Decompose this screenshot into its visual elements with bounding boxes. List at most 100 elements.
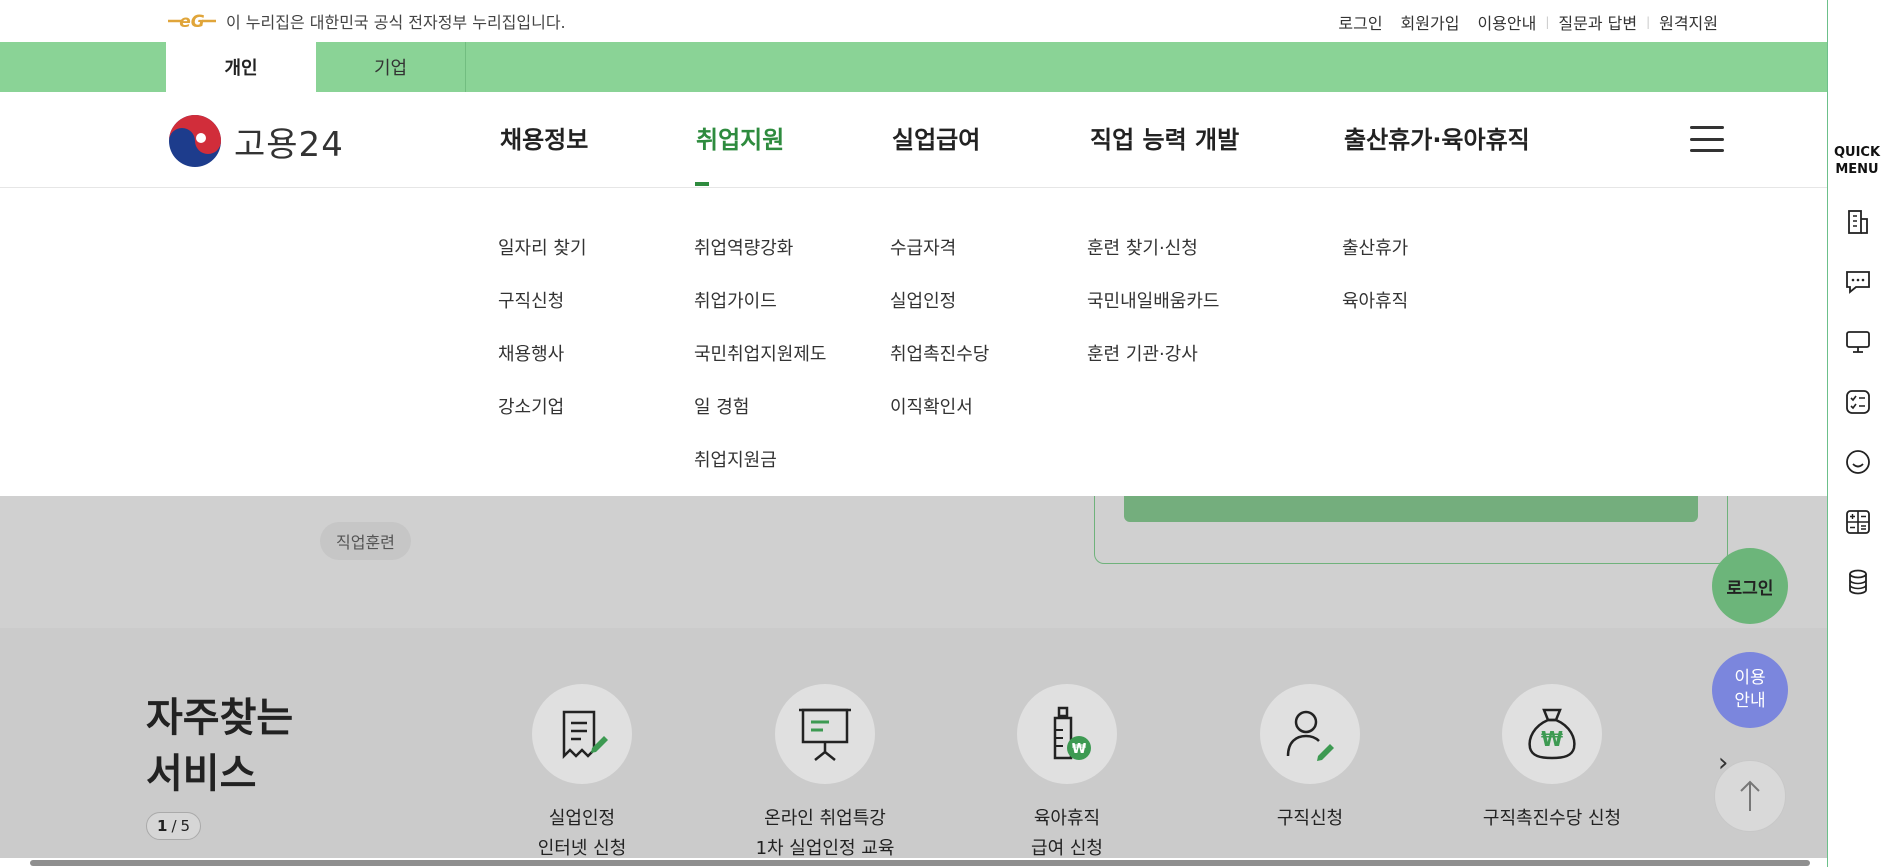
menu-vocational-training[interactable]: 직업 능력 개발 (1090, 120, 1239, 155)
dropdown-item[interactable]: 구직신청 (498, 275, 587, 328)
service-item-unemployment-recognition[interactable]: 실업인정 인터넷 신청 (482, 684, 682, 864)
services-title-line2: 서비스 (146, 751, 257, 797)
service-icon-circle (532, 684, 632, 784)
guide-label-line1: 이용 (1734, 668, 1766, 688)
services-title-line1: 자주찾는 (146, 695, 294, 741)
service-label: 육아휴직 급여 신청 (1031, 808, 1103, 859)
service-item-online-lecture[interactable]: 온라인 취업특강 1차 실업인정 교육 (725, 684, 925, 864)
utility-links: 로그인 회원가입 이용안내 | 질문과 답변 | 원격지원 (1329, 10, 1727, 34)
checklist-icon[interactable] (1844, 388, 1872, 416)
dropdown-item[interactable]: 일 경험 (694, 381, 826, 434)
user-type-tabs: 개인 기업 (0, 42, 1827, 92)
mega-dropdown: 일자리 찾기 구직신청 채용행사 강소기업 취업역량강화 취업가이드 국민취업지… (0, 188, 1827, 496)
svg-text:₩: ₩ (1541, 727, 1563, 751)
dropdown-item[interactable]: 취업촉진수당 (890, 328, 989, 381)
money-bag-icon: ₩ (1528, 708, 1576, 760)
dropdown-item[interactable]: 출산휴가 (1342, 222, 1408, 275)
pager-total: 5 (180, 817, 191, 835)
dropdown-item[interactable]: 실업인정 (890, 275, 989, 328)
egov-logo-text: eG (179, 12, 205, 32)
services-pager: 1 / 5 (146, 812, 202, 840)
building-icon[interactable] (1844, 208, 1872, 236)
arrow-up-icon (1740, 780, 1760, 811)
menu-maternity-parental-leave[interactable]: 출산휴가·육아휴직 (1344, 120, 1530, 155)
tab-personal[interactable]: 개인 (166, 42, 316, 92)
dropdown-item[interactable]: 훈련 찾기·신청 (1087, 222, 1219, 275)
guide-label-line2: 안내 (1734, 691, 1766, 711)
services-title: 자주찾는 서비스 (146, 690, 293, 802)
svg-text:₩: ₩ (1072, 742, 1087, 757)
service-label: 실업인정 인터넷 신청 (537, 808, 627, 859)
service-item-job-application[interactable]: 구직신청 (1210, 684, 1410, 834)
baby-bottle-won-icon: ₩ (1053, 706, 1091, 760)
service-label: 온라인 취업특강 1차 실업인정 교육 (755, 808, 895, 859)
service-label: 구직촉진수당 신청 (1482, 808, 1622, 829)
login-link[interactable]: 로그인 (1329, 10, 1391, 34)
dropdown-col-job-info: 일자리 찾기 구직신청 채용행사 강소기업 (498, 222, 587, 434)
service-icon-circle (1260, 684, 1360, 784)
dropdown-item[interactable]: 이직확인서 (890, 381, 989, 434)
egov-logo-icon: eG (168, 12, 216, 32)
floating-login-button[interactable]: 로그인 (1712, 548, 1788, 624)
gov-notice-text: 이 누리집은 대한민국 공식 전자정부 누리집입니다. (226, 13, 566, 32)
service-item-parental-leave-benefit[interactable]: ₩ 육아휴직 급여 신청 (967, 684, 1167, 864)
receipt-pen-icon (562, 710, 608, 760)
dropdown-item[interactable]: 취업지원금 (694, 434, 826, 487)
floating-guide-button[interactable]: 이용 안내 (1712, 652, 1788, 728)
service-icon-circle: ₩ (1017, 684, 1117, 784)
gov-banner-bar: eG 이 누리집은 대한민국 공식 전자정부 누리집입니다. 로그인 회원가입 … (0, 0, 1827, 42)
active-menu-indicator (695, 182, 709, 186)
horizontal-scrollbar[interactable] (0, 858, 1827, 867)
dropdown-col-unemployment-benefit: 수급자격 실업인정 취업촉진수당 이직확인서 (890, 222, 989, 434)
taegeuk-logo-icon (169, 115, 221, 167)
quick-menu-title: QUICK MENU (1828, 144, 1886, 178)
quick-menu-title-line1: QUICK (1833, 145, 1881, 160)
main-header: 고용24 채용정보 취업지원 실업급여 직업 능력 개발 출산휴가·육아휴직 (0, 92, 1827, 188)
dropdown-item[interactable]: 채용행사 (498, 328, 587, 381)
person-pen-icon (1286, 710, 1334, 761)
gov-notice: eG 이 누리집은 대한민국 공식 전자정부 누리집입니다. (166, 9, 566, 33)
service-icon-circle: ₩ (1502, 684, 1602, 784)
pager-separator: / (171, 817, 177, 835)
dropdown-item[interactable]: 국민취업지원제도 (694, 328, 826, 381)
dropdown-item[interactable]: 취업가이드 (694, 275, 826, 328)
dropdown-item[interactable]: 수급자격 (890, 222, 989, 275)
menu-employment-support[interactable]: 취업지원 (696, 120, 784, 155)
dropdown-item[interactable]: 육아휴직 (1342, 275, 1408, 328)
login-box-button[interactable] (1124, 496, 1698, 522)
frequent-services-section: 자주찾는 서비스 1 / 5 실업인정 인터넷 신청 온라인 취업특강 1차 실… (0, 628, 1827, 867)
pager-current: 1 (157, 817, 168, 835)
service-label: 구직신청 (1276, 808, 1344, 829)
usage-guide-link[interactable]: 이용안내 (1468, 10, 1545, 34)
monitor-icon[interactable] (1844, 328, 1872, 356)
dropdown-col-leave: 출산휴가 육아휴직 (1342, 222, 1408, 328)
tab-business[interactable]: 기업 (316, 42, 466, 92)
logo-text: 고용24 (234, 124, 344, 165)
service-item-job-search-allowance[interactable]: ₩ 구직촉진수당 신청 (1452, 684, 1652, 834)
dropdown-item[interactable]: 국민내일배움카드 (1087, 275, 1219, 328)
menu-job-info[interactable]: 채용정보 (500, 120, 588, 155)
remote-support-link[interactable]: 원격지원 (1650, 10, 1727, 34)
smile-icon[interactable] (1844, 448, 1872, 476)
scrollbar-thumb[interactable] (30, 860, 1810, 866)
quick-menu: QUICK MENU (1828, 0, 1886, 867)
qna-link[interactable]: 질문과 답변 (1549, 10, 1646, 34)
dropdown-item[interactable]: 강소기업 (498, 381, 587, 434)
service-icon-circle (775, 684, 875, 784)
menu-unemployment-benefit[interactable]: 실업급여 (892, 120, 980, 155)
hamburger-menu-icon[interactable] (1690, 126, 1724, 152)
dropdown-item[interactable]: 훈련 기관·강사 (1087, 328, 1219, 381)
dropdown-item[interactable]: 일자리 찾기 (498, 222, 587, 275)
login-box (1094, 496, 1728, 564)
presentation-board-icon (799, 708, 851, 761)
dropdown-col-vocational-training: 훈련 찾기·신청 국민내일배움카드 훈련 기관·강사 (1087, 222, 1219, 381)
quick-menu-title-line2: MENU (1835, 162, 1879, 177)
coins-icon[interactable] (1844, 568, 1872, 596)
site-logo[interactable]: 고용24 (168, 114, 344, 168)
keyword-chip[interactable]: 직업훈련 (320, 522, 411, 560)
calculator-icon[interactable] (1844, 508, 1872, 536)
dropdown-item[interactable]: 취업역량강화 (694, 222, 826, 275)
signup-link[interactable]: 회원가입 (1392, 10, 1469, 34)
scroll-top-button[interactable] (1714, 760, 1786, 832)
chat-icon[interactable] (1844, 268, 1872, 296)
